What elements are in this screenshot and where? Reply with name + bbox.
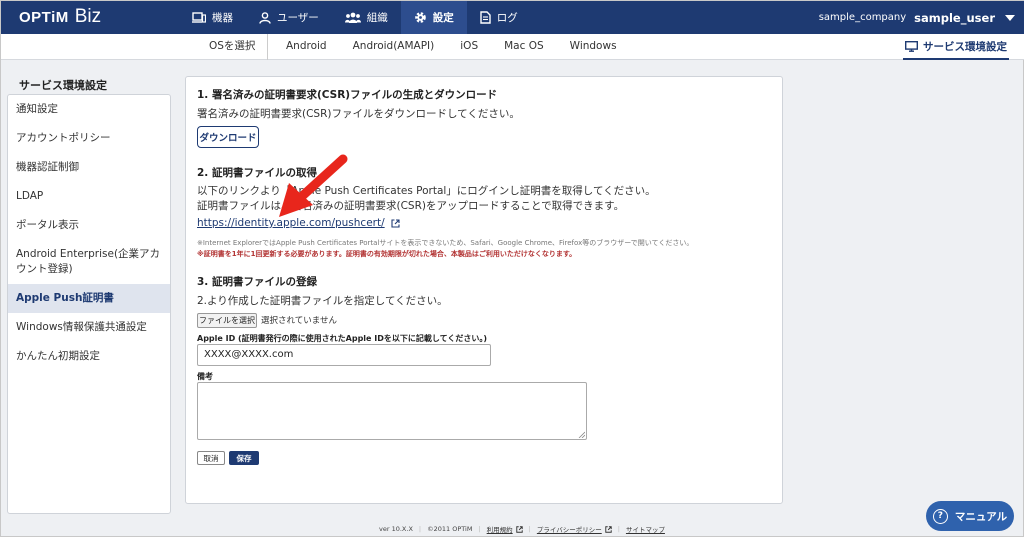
os-tabs: Android Android(AMAPI) iOS Mac OS Window… (273, 34, 630, 60)
service-settings-tab[interactable]: サービス環境設定 (903, 34, 1009, 60)
section-1-desc: 署名済みの証明書要求(CSR)ファイルをダウンロードしてください。 (197, 108, 520, 120)
nav-settings[interactable]: 設定 (400, 1, 467, 34)
sidebar-item-ldap[interactable]: LDAP (8, 182, 170, 211)
footer-version: ver 10.X.X (379, 525, 413, 533)
nav-organization[interactable]: 組織 (332, 1, 401, 34)
log-icon (480, 11, 491, 24)
external-link-icon (515, 525, 523, 533)
sidebar-item-device-auth[interactable]: 機器認証制御 (8, 153, 170, 182)
os-select-label: OSを選択 (209, 34, 269, 60)
tab-android[interactable]: Android (273, 34, 340, 58)
nav-users[interactable]: ユーザー (246, 1, 332, 34)
main-nav: 機器 ユーザー 組織 設定 ログ (179, 1, 531, 34)
organization-icon (344, 12, 361, 23)
section-2-desc-1: 以下のリンクより「Apple Push Certificates Portal」… (197, 185, 656, 197)
manual-button[interactable]: ? マニュアル (926, 501, 1014, 531)
external-link-icon (605, 525, 612, 533)
footer-divider: | (617, 525, 620, 533)
help-icon: ? (932, 508, 948, 524)
footer-divider: | (418, 525, 422, 533)
nav-organization-label: 組織 (366, 12, 388, 24)
sidebar-item-notification[interactable]: 通知設定 (8, 95, 170, 124)
red-arrow-annotation (279, 154, 348, 217)
save-button[interactable]: 保存 (229, 451, 259, 465)
company-name: sample_company (818, 12, 907, 23)
chevron-down-icon (1005, 14, 1015, 21)
section-3-title: 3. 証明書ファイルの登録 (197, 276, 317, 288)
logo[interactable]: OPTiM Biz (19, 6, 101, 28)
nav-devices-label: 機器 (212, 12, 233, 24)
renewal-warning: ※証明書を1年に1回更新する必要があります。証明書の有効期限が切れた場合、本製品… (197, 250, 577, 258)
os-subnav: OSを選択 Android Android(AMAPI) iOS Mac OS … (1, 34, 1024, 60)
sidebar-title: サービス環境設定 (19, 79, 107, 92)
user-icon (259, 11, 271, 24)
nav-log-label: ログ (496, 12, 518, 24)
sidebar-item-portal[interactable]: ポータル表示 (8, 211, 170, 240)
device-icon (192, 12, 206, 23)
section-2-desc-2: 証明書ファイルは、署名済みの証明書要求(CSR)をアップロードすることで取得でき… (197, 200, 625, 212)
sidebar-item-apple-push[interactable]: Apple Push証明書 (8, 284, 170, 313)
footer-divider: | (528, 525, 531, 533)
user-menu[interactable]: sample_company sample_user (819, 1, 1015, 34)
section-3-desc: 2.より作成した証明書ファイルを指定してください。 (197, 295, 448, 307)
choose-file-button[interactable]: ファイルを選択 (197, 313, 257, 328)
tab-macos[interactable]: Mac OS (491, 34, 557, 58)
privacy-link-text: プライバシーポリシー (536, 526, 602, 534)
sidebar: 通知設定 アカウントポリシー 機器認証制御 LDAP ポータル表示 Androi… (7, 94, 171, 514)
terms-link[interactable]: 利用規約 (487, 524, 523, 534)
gear-icon (414, 12, 426, 23)
download-button[interactable]: ダウンロード (197, 126, 259, 148)
tab-ios[interactable]: iOS (447, 34, 491, 58)
top-header: OPTiM Biz 機器 ユーザー 組織 設定 ログ sample_compan… (1, 1, 1024, 34)
resize-handle-icon[interactable] (578, 431, 585, 438)
apple-id-label: Apple ID (証明書発行の際に使用されたApple IDを以下に記載してく… (197, 334, 488, 343)
footer-divider: | (478, 525, 481, 533)
section-1-title: 1. 署名済みの証明書要求(CSR)ファイルの生成とダウンロード (197, 89, 498, 101)
sidebar-item-windows-protection[interactable]: Windows情報保護共通設定 (8, 313, 170, 342)
cancel-button[interactable]: 取消 (197, 451, 225, 465)
tab-android-amapi[interactable]: Android(AMAPI) (340, 34, 448, 58)
memo-textarea[interactable] (197, 382, 587, 440)
sitemap-link[interactable]: サイトマップ (626, 524, 665, 534)
nav-devices[interactable]: 機器 (179, 1, 246, 34)
manual-button-label: マニュアル (954, 510, 1008, 523)
footer: ver 10.X.X | ©2011 OPTiM | 利用規約 | プライバシー… (379, 524, 665, 534)
memo-label: 備考 (197, 372, 213, 381)
sidebar-item-easy-setup[interactable]: かんたん初期設定 (8, 342, 170, 371)
terms-link-text: 利用規約 (486, 526, 513, 534)
nav-log[interactable]: ログ (467, 1, 531, 34)
sidebar-item-android-enterprise[interactable]: Android Enterprise(企業アカウント登録) (8, 240, 170, 284)
nav-users-label: ユーザー (277, 12, 319, 24)
browser-note: ※Internet ExplorerではApple Push Certifica… (197, 239, 694, 247)
logo-product: Biz (74, 6, 102, 27)
apple-id-input[interactable]: XXXX@XXXX.com (197, 344, 491, 366)
user-name: sample_user (914, 10, 995, 25)
tab-windows[interactable]: Windows (557, 34, 630, 58)
sidebar-item-account-policy[interactable]: アカウントポリシー (8, 124, 170, 153)
apple-push-panel: 1. 署名済みの証明書要求(CSR)ファイルの生成とダウンロード 署名済みの証明… (185, 76, 783, 504)
service-settings-label: サービス環境設定 (923, 40, 1007, 53)
privacy-link[interactable]: プライバシーポリシー (537, 524, 612, 534)
footer-copyright: ©2011 OPTiM (427, 525, 473, 533)
logo-brand: OPTiM (19, 9, 69, 26)
external-link-icon (391, 218, 400, 228)
file-status: 選択されていません (261, 316, 337, 326)
nav-settings-label: 設定 (432, 12, 454, 24)
monitor-icon (905, 40, 918, 52)
